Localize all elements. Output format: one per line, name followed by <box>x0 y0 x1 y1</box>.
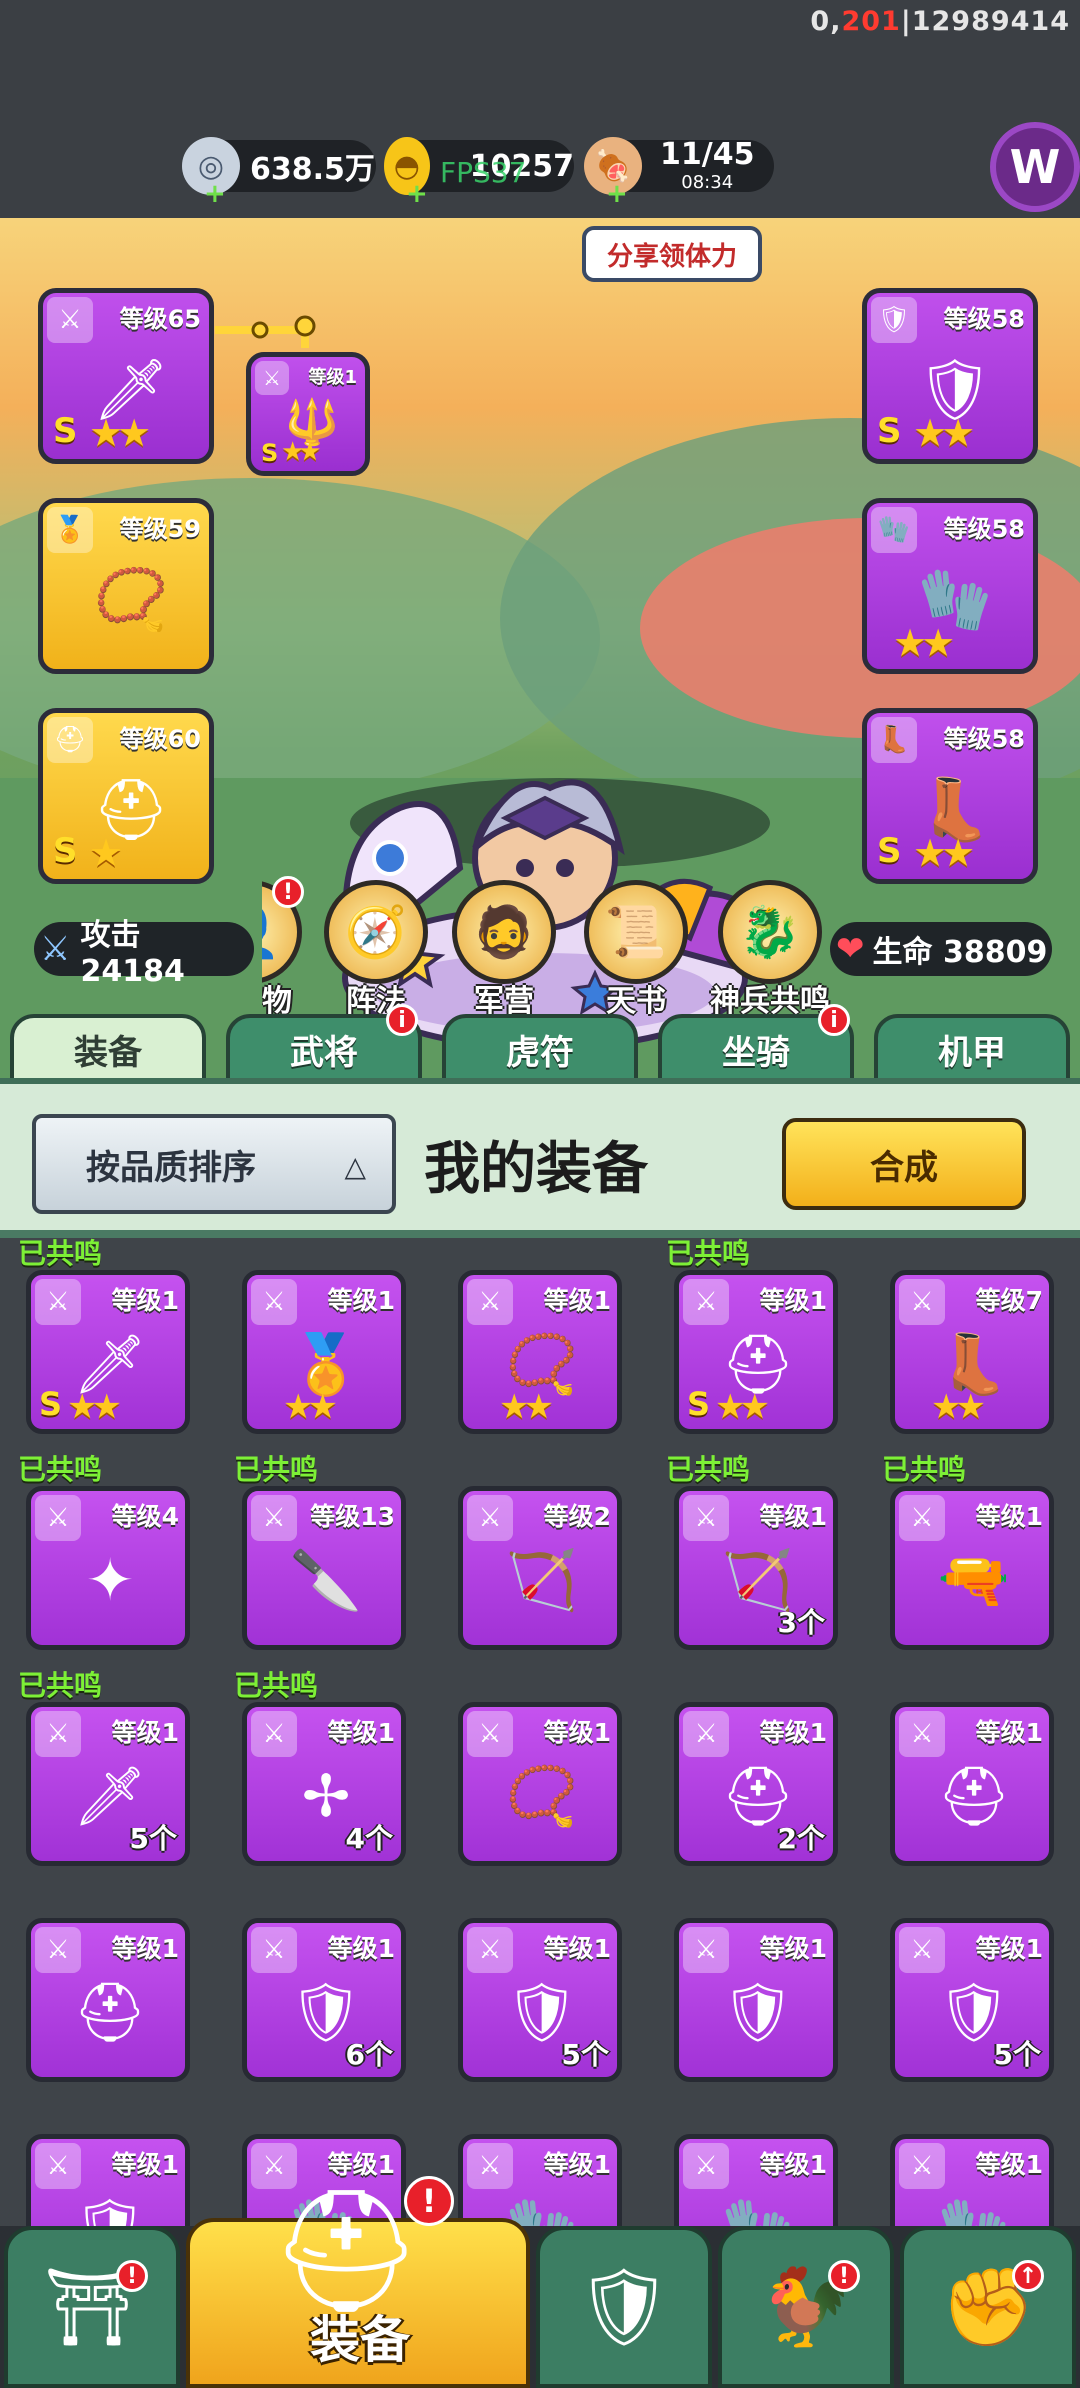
nav-alert-badge: ! <box>828 2260 860 2292</box>
nav-upgrade-badge: ↑ <box>1012 2260 1044 2292</box>
tab-tiger-tally[interactable]: 虎符 <box>442 1014 638 1084</box>
item-art-icon: ✦ <box>85 1546 135 1614</box>
top-bar: 0,201|12989414 ◎ 638.5万 + ◓ 10257 + FPS3… <box>0 0 1080 218</box>
item-art-icon: 📿 <box>505 1761 579 1830</box>
barracks-icon: 🧔 <box>452 880 556 984</box>
resonance-tag: 已共鸣 <box>234 1669 319 1702</box>
bracer-type-icon: 🧤 <box>871 507 917 553</box>
bottom-nav: ⛩ ! ⛑ 装备 ! 🛡 🐓 ! ✊ ↑ <box>0 2176 1080 2388</box>
scroll-icon: 📜 <box>584 880 688 984</box>
inventory-grid: 已共鸣 ⚔ 等级1 🗡 S ★★ ⚔ 等级1 🏅 ★★ ⚔ 等级1 📿 ★★ 已共鸣 ⚔ 等级1 ⛑ S ★★ ⚔ 等级7… <box>0 1237 1080 2388</box>
tab-mecha[interactable]: 机甲 <box>874 1014 1070 1084</box>
resonance-tag: 已共鸣 <box>18 1453 103 1486</box>
stamina-timer: 08:34 <box>681 172 734 193</box>
sword-icon: ⚔ <box>40 929 71 969</box>
fps-overlay: FPS37 <box>440 156 527 189</box>
add-stamina-icon[interactable]: + <box>606 181 628 207</box>
feature-barracks[interactable]: 🧔 军营 <box>444 880 564 1020</box>
hp-stat: ❤ 生命 38809 <box>830 922 1052 976</box>
triangle-up-icon: △ <box>344 1150 366 1183</box>
resonance-tag: 已共鸣 <box>882 1453 967 1486</box>
equipment-header-panel: 按品质排序 △ 我的装备 合成 <box>0 1078 1080 1238</box>
equipped-boots-slot[interactable]: 👢 等级58 👢 S ★★ <box>862 708 1038 884</box>
inventory-item[interactable]: ⚔ 等级1 🗡 5个 <box>26 1702 190 1866</box>
inventory-item[interactable]: ⚔ 等级1 🗡 S ★★ <box>26 1270 190 1434</box>
resonance-tag: 已共鸣 <box>234 1453 319 1486</box>
add-silver-icon[interactable]: + <box>204 181 226 207</box>
stamina-resource[interactable]: 🍖 11/45 08:34 + <box>584 137 774 207</box>
resonance-tag: 已共鸣 <box>18 1669 103 1702</box>
add-gold-icon[interactable]: + <box>406 181 428 207</box>
item-art-icon: 🛡 <box>721 1977 795 2046</box>
synthesize-button[interactable]: 合成 <box>782 1118 1026 1210</box>
item-art-icon: ⛑ <box>937 1761 1011 1830</box>
silver-resource[interactable]: ◎ 638.5万 + <box>182 137 376 207</box>
inventory-item[interactable]: ⚔ 等级1 📿 ★★ <box>458 1270 622 1434</box>
inventory-item[interactable]: ⚔ 等级1 🏹 3个 <box>674 1486 838 1650</box>
item-art-icon: 🏹 <box>505 1545 579 1614</box>
formation-icon: 🧭 <box>324 880 428 984</box>
sword-type-icon: ⚔ <box>47 297 93 343</box>
feature-alert-badge: ! <box>272 876 304 908</box>
inventory-item[interactable]: ⚔ 等级4 ✦ <box>26 1486 190 1650</box>
inventory-item[interactable]: ⚔ 等级1 🛡 5个 <box>458 1918 622 2082</box>
feature-formation[interactable]: 🧭 阵法 <box>316 880 436 1020</box>
resonance-tag: 已共鸣 <box>18 1237 103 1270</box>
category-tabs: 装备 武将 虎符 坐骑 机甲 i i <box>0 1004 1080 1084</box>
inventory-item[interactable]: ⚔ 等级1 ⛑ <box>26 1918 190 2082</box>
dragon-pet-icon: 🐉 <box>718 880 822 984</box>
nav-shop[interactable]: ⛩ <box>4 2226 180 2388</box>
resonance-tag: 已共鸣 <box>666 1237 751 1270</box>
nav-upgrade[interactable]: ✊ <box>900 2226 1076 2388</box>
inventory-item[interactable]: ⚔ 等级1 🛡 5个 <box>890 1918 1054 2082</box>
inventory-item[interactable]: ⚔ 等级1 📿 <box>458 1702 622 1866</box>
inventory-item[interactable]: ⚔等级1🛡 <box>674 1918 838 2082</box>
medal-type-icon: 🏅 <box>47 507 93 553</box>
helmet-type-icon: ⛑ <box>47 717 93 763</box>
inventory-item[interactable]: ⚔ 等级1 🔫 <box>890 1486 1054 1650</box>
nav-battle[interactable]: 🛡 <box>536 2226 712 2388</box>
equipped-armor-slot[interactable]: 🛡 等级58 🛡 S ★★ <box>862 288 1038 464</box>
feature-divine-resonance[interactable]: 🐉 神兵共鸣 <box>700 880 840 1020</box>
inventory-item[interactable]: ⚔ 等级1 ⛑ S ★★ <box>674 1270 838 1434</box>
attack-stat: ⚔ 攻击 24184 <box>34 918 254 989</box>
nav-alert-badge: ! <box>116 2260 148 2292</box>
equipped-bracer-slot[interactable]: 🧤 等级58 🧤 ★★ <box>862 498 1038 674</box>
inventory-item[interactable]: ⚔ 等级1 ✢ 4个 <box>242 1702 406 1866</box>
w-logo-icon[interactable]: W <box>990 122 1080 212</box>
boots-type-icon: 👢 <box>871 717 917 763</box>
tab-info-badge: i <box>818 1004 850 1036</box>
equipped-weapon-slot[interactable]: ⚔ 等级65 🗡 S ★★ <box>38 288 214 464</box>
item-art-icon: ⛑ <box>73 1977 147 2046</box>
item-art-icon: 🔫 <box>937 1545 1011 1614</box>
feature-heavenly-book[interactable]: 📜 天书 <box>576 880 696 1020</box>
equipped-medal-slot[interactable]: 🏅 等级59 📿 <box>38 498 214 674</box>
link-chain-icon <box>215 315 316 348</box>
inventory-item[interactable]: ⚔ 等级13 🔪 <box>242 1486 406 1650</box>
inventory-item[interactable]: ⚔ 等级1 ⛑ <box>890 1702 1054 1866</box>
crossed-swords-shield-icon: 🛡 <box>575 2262 673 2351</box>
inventory-item[interactable]: ⚔ 等级1 ⛑ 2个 <box>674 1702 838 1866</box>
equipped-helmet-slot[interactable]: ⛑ 等级60 ⛑ S ★ <box>38 708 214 884</box>
linked-weapon-slot[interactable]: ⚔ 等级1 🔱 S ★★ <box>246 352 370 476</box>
page-title: 我的装备 <box>424 1137 648 1202</box>
inventory-item[interactable]: ⚔ 等级1 🛡 6个 <box>242 1918 406 2082</box>
share-stamina-button[interactable]: 分享领体力 <box>582 226 762 282</box>
item-art-icon: 🔪 <box>289 1545 363 1614</box>
resonance-tag: 已共鸣 <box>666 1453 751 1486</box>
sort-by-quality-button[interactable]: 按品质排序 △ <box>32 1114 396 1214</box>
armor-type-icon: 🛡 <box>871 297 917 343</box>
tab-info-badge: i <box>386 1004 418 1036</box>
nav-alert-badge: ! <box>404 2176 454 2226</box>
inventory-item[interactable]: ⚔ 等级1 🏅 ★★ <box>242 1270 406 1434</box>
sword-type-icon: ⚔ <box>255 361 289 395</box>
gold-pendant-icon: 📿 <box>93 564 169 635</box>
heart-icon: ❤ <box>836 929 865 969</box>
server-status-text: 0,201|12989414 <box>810 6 1070 37</box>
nav-equipment[interactable]: ⛑ 装备 <box>186 2182 530 2388</box>
inventory-item[interactable]: ⚔ 等级7 👢 ★★ <box>890 1270 1054 1434</box>
tab-equipment[interactable]: 装备 <box>10 1014 206 1084</box>
inventory-item[interactable]: ⚔ 等级2 🏹 <box>458 1486 622 1650</box>
nav-pet[interactable]: 🐓 <box>718 2226 894 2388</box>
